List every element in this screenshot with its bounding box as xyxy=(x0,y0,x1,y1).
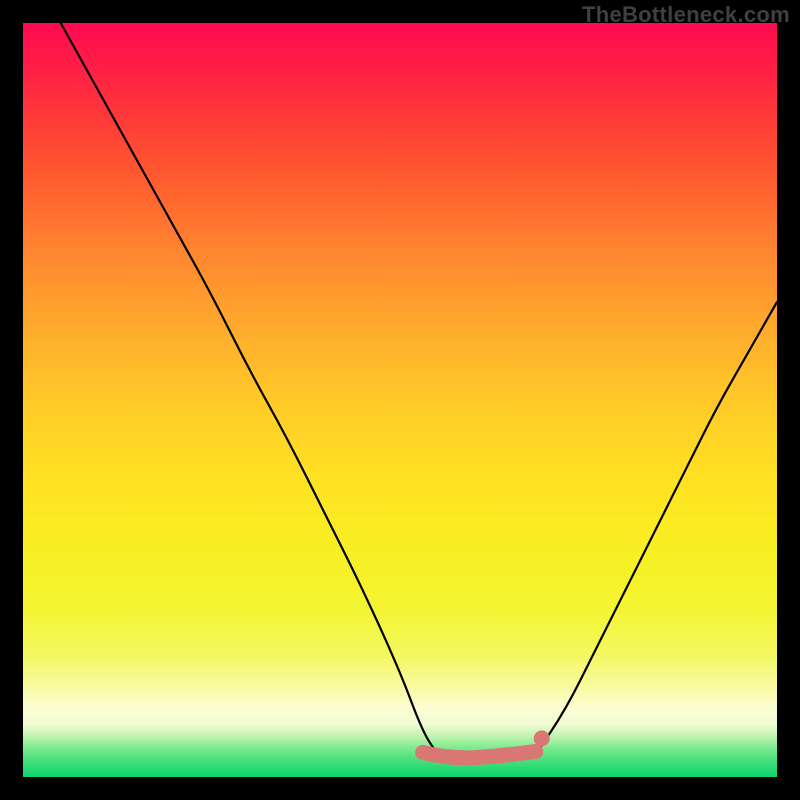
curve-layer xyxy=(23,23,777,777)
attribution-label: TheBottleneck.com xyxy=(582,2,790,28)
notch-marker xyxy=(423,751,536,757)
notch-dot xyxy=(534,730,550,746)
plot-area xyxy=(23,23,777,777)
chart-frame: TheBottleneck.com xyxy=(0,0,800,800)
bottleneck-curve xyxy=(61,23,777,759)
